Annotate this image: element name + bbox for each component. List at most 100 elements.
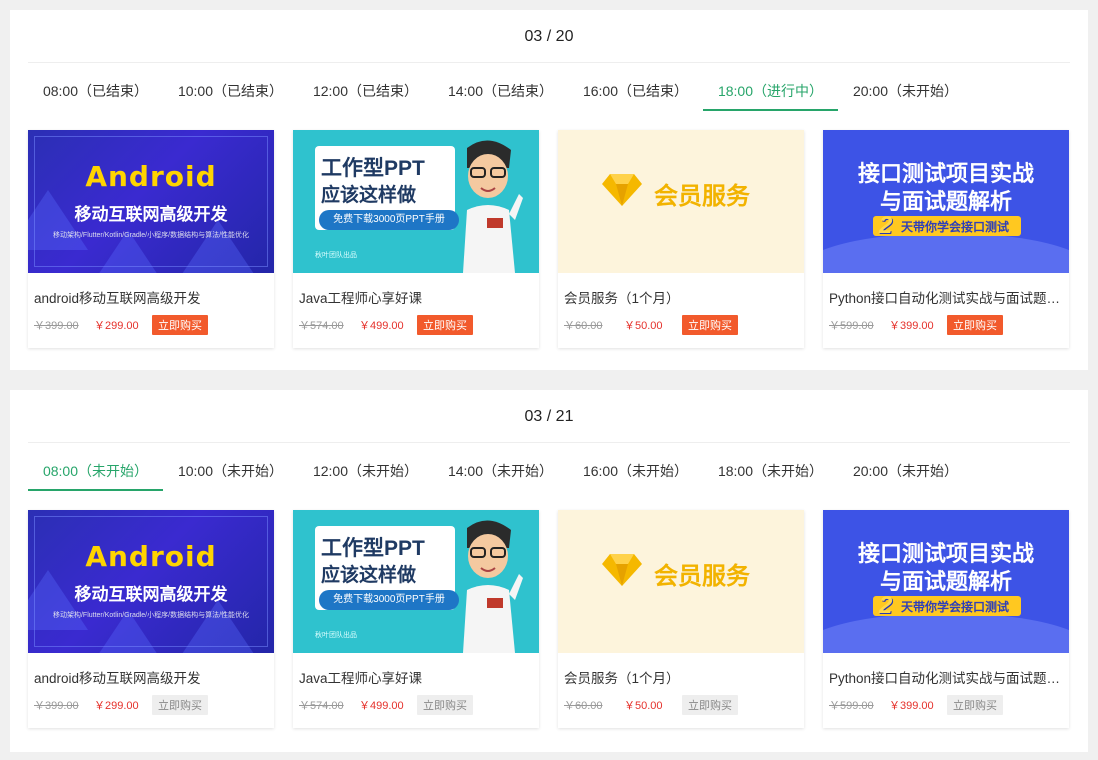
buy-now-button[interactable]: 立即购买: [152, 315, 208, 335]
buy-now-button[interactable]: 立即购买: [417, 315, 473, 335]
time-tab[interactable]: 20:00（未开始）: [838, 82, 973, 111]
product-title[interactable]: Python接口自动化测试实战与面试题解析: [823, 273, 1069, 307]
sale-price: ￥499.00: [359, 320, 404, 332]
original-price: ￥60.00: [564, 700, 603, 712]
buy-now-button[interactable]: 立即购买: [947, 695, 1003, 715]
session-date: 03 / 21: [524, 408, 574, 425]
time-tab[interactable]: 18:00（进行中）: [703, 82, 838, 111]
time-tab[interactable]: 08:00（未开始）: [28, 462, 163, 491]
product-banner-image: 会员服务: [558, 130, 804, 273]
sale-price: ￥50.00: [624, 700, 663, 712]
original-price: ￥599.00: [829, 700, 874, 712]
product-list: Android 移动互联网高级开发 移动架构/Flutter/Kotlin/Grad…: [28, 510, 1069, 728]
original-price: ￥399.00: [34, 700, 79, 712]
price-row: ￥60.00 ￥50.00 立即购买: [558, 307, 804, 335]
original-price: ￥574.00: [299, 320, 344, 332]
price-row: ￥574.00 ￥499.00 立即购买: [293, 687, 539, 715]
time-tab[interactable]: 10:00（已结束）: [163, 82, 298, 111]
banner-subtitle: 移动互联网高级开发: [74, 205, 228, 224]
product-banner-image: 工作型PPT 应该这样做免费下载3000页PPT手册秋叶团队出品: [293, 130, 539, 273]
product-card[interactable]: 接口测试项目实战 与面试题解析 2 天带你学会接口测试 Python接口自动化测试实战与…: [823, 510, 1069, 728]
tabs-divider: [28, 62, 1070, 63]
product-banner-image: 会员服务: [558, 510, 804, 653]
price-row: ￥399.00 ￥299.00 立即购买: [28, 687, 274, 715]
banner-title: 工作型PPT: [321, 157, 425, 180]
cartoon-man-illustration: [453, 518, 523, 653]
time-tab[interactable]: 10:00（未开始）: [163, 462, 298, 491]
original-price: ￥60.00: [564, 320, 603, 332]
original-price: ￥599.00: [829, 320, 874, 332]
banner-tagline: 天带你学会接口测试: [901, 600, 1010, 614]
time-tab[interactable]: 14:00（未开始）: [433, 462, 568, 491]
product-title[interactable]: android移动互联网高级开发: [28, 273, 274, 307]
banner-wave: [823, 613, 1069, 653]
banner-subtitle: 应该这样做: [321, 185, 417, 206]
buy-now-button[interactable]: 立即购买: [417, 695, 473, 715]
time-tab[interactable]: 16:00（已结束）: [568, 82, 703, 111]
buy-now-button[interactable]: 立即购买: [947, 315, 1003, 335]
banner-pill: 免费下载3000页PPT手册: [319, 590, 459, 610]
product-title[interactable]: Python接口自动化测试实战与面试题解析: [823, 653, 1069, 687]
price-row: ￥60.00 ￥50.00 立即购买: [558, 687, 804, 715]
diamond-icon: [600, 172, 644, 208]
buy-now-button[interactable]: 立即购买: [682, 315, 738, 335]
product-card[interactable]: 接口测试项目实战 与面试题解析 2 天带你学会接口测试 Python接口自动化测试实战与…: [823, 130, 1069, 348]
session-date: 03 / 20: [524, 28, 574, 45]
buy-now-button[interactable]: 立即购买: [682, 695, 738, 715]
banner-subtitle: 与面试题解析: [879, 569, 1012, 594]
product-card[interactable]: Android 移动互联网高级开发 移动架构/Flutter/Kotlin/Grad…: [28, 510, 274, 728]
price-row: ￥599.00 ￥399.00 立即购买: [823, 307, 1069, 335]
product-banner-image: 接口测试项目实战 与面试题解析 2 天带你学会接口测试: [823, 130, 1069, 273]
product-card[interactable]: 会员服务会员服务（1个月） ￥60.00 ￥50.00 立即购买: [558, 510, 804, 728]
product-banner-image: Android 移动互联网高级开发 移动架构/Flutter/Kotlin/Grad…: [28, 510, 274, 653]
time-tab[interactable]: 20:00（未开始）: [838, 462, 973, 491]
original-price: ￥574.00: [299, 700, 344, 712]
buy-now-button[interactable]: 立即购买: [152, 695, 208, 715]
product-banner-image: 接口测试项目实战 与面试题解析 2 天带你学会接口测试: [823, 510, 1069, 653]
product-title[interactable]: 会员服务（1个月）: [558, 273, 804, 307]
banner-title: 会员服务: [654, 183, 750, 210]
banner-subtitle: 移动互联网高级开发: [74, 585, 228, 604]
price-row: ￥399.00 ￥299.00 立即购买: [28, 307, 274, 335]
product-card[interactable]: Android 移动互联网高级开发移动架构/Flutter/Kotlin/Grad…: [28, 130, 274, 348]
banner-title: 会员服务: [654, 563, 750, 590]
banner-tagline: 移动架构/Flutter/Kotlin/Gradle/小程序/数据结构与算法/性…: [52, 232, 250, 239]
sale-price: ￥499.00: [359, 700, 404, 712]
product-title[interactable]: Java工程师心享好课: [293, 653, 539, 687]
product-card[interactable]: 工作型PPT 应该这样做免费下载3000页PPT手册秋叶团队出品 Java工程师心享…: [293, 510, 539, 728]
banner-subtitle: 与面试题解析: [879, 189, 1012, 214]
time-tab[interactable]: 18:00（未开始）: [703, 462, 838, 491]
sale-price: ￥299.00: [94, 700, 139, 712]
time-tab[interactable]: 12:00（已结束）: [298, 82, 433, 111]
original-price: ￥399.00: [34, 320, 79, 332]
time-tab[interactable]: 14:00（已结束）: [433, 82, 568, 111]
banner-wave: [823, 233, 1069, 273]
sale-price: ￥399.00: [889, 320, 934, 332]
product-title[interactable]: Java工程师心享好课: [293, 273, 539, 307]
cartoon-man-illustration: [453, 138, 523, 273]
product-card[interactable]: 会员服务会员服务（1个月） ￥60.00 ￥50.00 立即购买: [558, 130, 804, 348]
banner-title: Android: [85, 160, 217, 193]
time-tabs: 08:00（未开始） 10:00（未开始） 12:00（未开始） 14:00（未开始）…: [28, 462, 973, 492]
time-tab[interactable]: 16:00（未开始）: [568, 462, 703, 491]
banner-subtitle: 应该这样做: [321, 565, 417, 586]
banner-footer: 秋叶团队出品: [315, 252, 357, 259]
sale-price: ￥299.00: [94, 320, 139, 332]
sale-price: ￥50.00: [624, 320, 663, 332]
banner-tagline: 天带你学会接口测试: [901, 220, 1010, 234]
banner-number: 2: [879, 212, 893, 239]
banner-title: Android: [85, 540, 217, 573]
time-tabs: 08:00（已结束） 10:00（已结束） 12:00（已结束） 14:00（已结束）…: [28, 82, 973, 112]
price-row: ￥574.00 ￥499.00 立即购买: [293, 307, 539, 335]
product-card[interactable]: 工作型PPT 应该这样做免费下载3000页PPT手册秋叶团队出品 Java工程师心享…: [293, 130, 539, 348]
banner-footer: 秋叶团队出品: [315, 632, 357, 639]
diamond-icon: [600, 552, 644, 588]
banner-title: 工作型PPT: [321, 537, 425, 560]
product-title[interactable]: 会员服务（1个月）: [558, 653, 804, 687]
price-row: ￥599.00 ￥399.00 立即购买: [823, 687, 1069, 715]
sale-price: ￥399.00: [889, 700, 934, 712]
time-tab[interactable]: 08:00（已结束）: [28, 82, 163, 111]
product-title[interactable]: android移动互联网高级开发: [28, 653, 274, 687]
banner-pill: 免费下载3000页PPT手册: [319, 210, 459, 230]
time-tab[interactable]: 12:00（未开始）: [298, 462, 433, 491]
